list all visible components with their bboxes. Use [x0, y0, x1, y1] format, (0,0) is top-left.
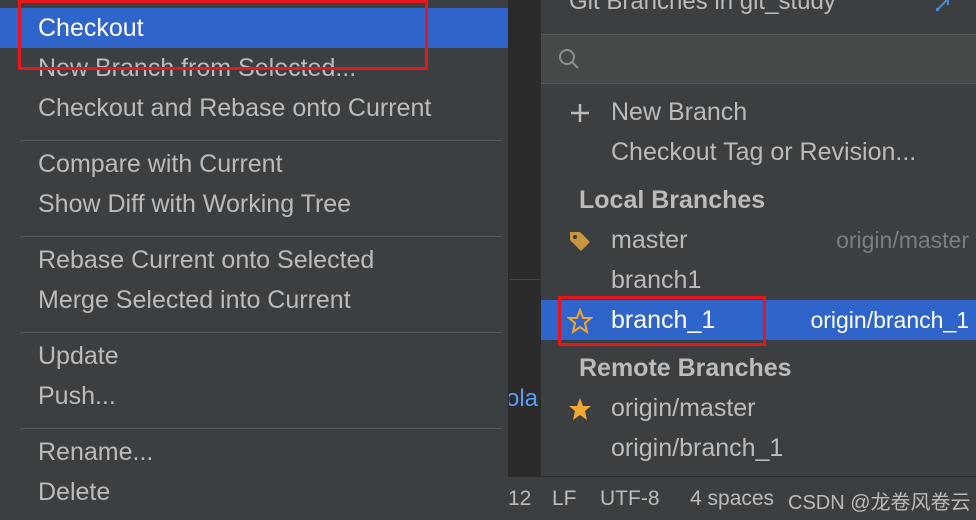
tracking-branch: origin/branch_1 — [810, 307, 969, 333]
action-label: Checkout Tag or Revision... — [611, 138, 917, 166]
menu-item-checkout-and-rebase[interactable]: Checkout and Rebase onto Current — [0, 88, 508, 128]
tag-icon — [570, 232, 590, 251]
tracking-branch: origin/master — [836, 227, 969, 253]
branch-row-origin-master[interactable]: origin/master — [541, 388, 976, 428]
menu-separator — [20, 428, 502, 429]
popup-title: Git Branches in git_study — [569, 0, 836, 15]
menu-item-new-branch-from-selected[interactable]: New Branch from Selected... — [0, 48, 508, 88]
menu-item-show-diff[interactable]: Show Diff with Working Tree — [0, 184, 508, 224]
action-label: New Branch — [611, 98, 748, 126]
local-branches-header: Local Branches — [579, 186, 766, 214]
menu-item-push[interactable]: Push... — [0, 376, 508, 416]
branch-search-box[interactable] — [541, 34, 976, 84]
branch-name: master — [611, 226, 688, 254]
search-input[interactable] — [593, 41, 967, 77]
expand-arrow-icon[interactable] — [933, 0, 953, 14]
branch-context-menu: Checkout New Branch from Selected... Che… — [0, 0, 509, 520]
menu-item-checkout[interactable]: Checkout — [0, 8, 508, 48]
plus-icon — [571, 104, 589, 122]
menu-item-rebase-current[interactable]: Rebase Current onto Selected — [0, 240, 508, 280]
branch-name: origin/branch_1 — [611, 434, 784, 462]
menu-item-update[interactable]: Update — [0, 336, 508, 376]
branch-name: branch1 — [611, 266, 702, 294]
action-new-branch[interactable]: New Branch — [541, 92, 976, 132]
branch-row-origin-branch_1[interactable]: origin/branch_1 — [541, 428, 976, 468]
menu-separator — [20, 332, 502, 333]
menu-separator — [20, 236, 502, 237]
menu-item-rename[interactable]: Rename... — [0, 432, 508, 472]
editor-divider — [508, 279, 540, 280]
watermark: CSDN @龙卷风卷云 — [788, 492, 971, 514]
star-outline-icon — [567, 308, 593, 334]
menu-item-merge-selected[interactable]: Merge Selected into Current — [0, 280, 508, 320]
branch-row-master[interactable]: master origin/master — [541, 220, 976, 260]
star-filled-icon — [569, 398, 591, 420]
screen: ola Checkout New Branch from Selected...… — [0, 0, 976, 520]
branch-row-branch_1[interactable]: branch_1 origin/branch_1 — [541, 300, 976, 340]
action-checkout-tag[interactable]: Checkout Tag or Revision... — [541, 132, 976, 172]
status-line-number[interactable]: 12 — [508, 477, 531, 520]
branch-row-branch1[interactable]: branch1 — [541, 260, 976, 300]
menu-item-delete[interactable]: Delete — [0, 472, 508, 512]
branch-name: branch_1 — [611, 306, 716, 334]
search-icon — [559, 49, 579, 69]
status-indent[interactable]: 4 spaces — [690, 477, 774, 520]
status-encoding[interactable]: UTF-8 — [600, 477, 660, 520]
menu-separator — [20, 140, 502, 141]
branch-name: origin/master — [611, 394, 756, 422]
editor-code-fragment: ola — [506, 385, 539, 412]
status-line-separator[interactable]: LF — [552, 477, 577, 520]
remote-branches-header: Remote Branches — [579, 354, 792, 382]
menu-item-compare-with-current[interactable]: Compare with Current — [0, 144, 508, 184]
git-branches-popup: Git Branches in git_study New Branch Che… — [540, 0, 976, 476]
